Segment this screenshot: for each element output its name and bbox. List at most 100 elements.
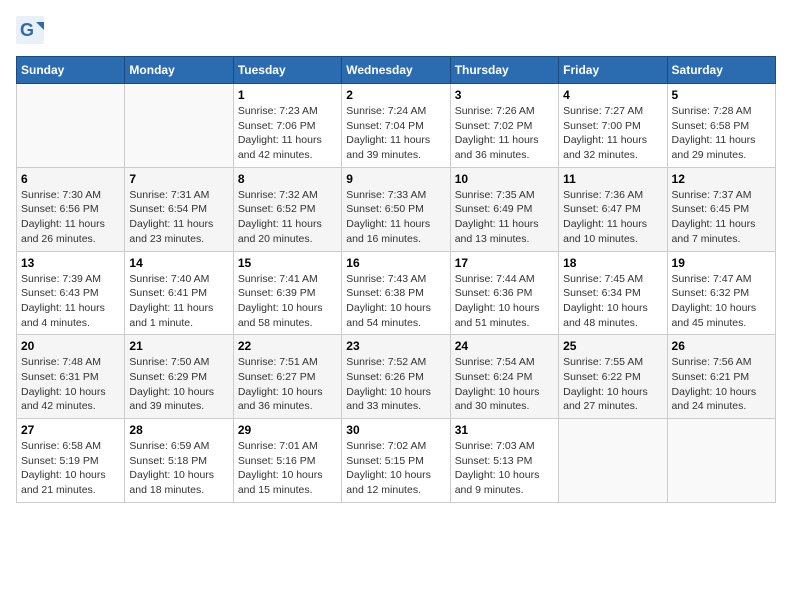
day-number: 3 [455,88,554,102]
day-number: 13 [21,256,120,270]
svg-text:G: G [20,20,34,40]
calendar-cell: 9 Sunrise: 7:33 AM Sunset: 6:50 PM Daylig… [342,167,450,251]
day-number: 29 [238,423,337,437]
day-number: 28 [129,423,228,437]
day-number: 26 [672,339,771,353]
calendar-cell [559,419,667,503]
day-info: Sunrise: 7:28 AM Sunset: 6:58 PM Dayligh… [672,104,771,163]
day-header-saturday: Saturday [667,57,775,84]
calendar-week-3: 13Sunrise: 7:39 AM Sunset: 6:43 PM Dayli… [17,251,776,335]
logo-icon: G [16,16,44,44]
calendar-cell: 26 Sunrise: 7:56 AM Sunset: 6:21 PM Dayli… [667,335,775,419]
day-number: 20 [21,339,120,353]
calendar-cell: 30Sunrise: 7:02 AM Sunset: 5:15 PM Dayli… [342,419,450,503]
calendar-cell: 4Sunrise: 7:27 AM Sunset: 7:00 PM Daylig… [559,84,667,168]
calendar-cell: 8Sunrise: 7:32 AM Sunset: 6:52 PM Daylig… [233,167,341,251]
day-info: Sunrise: 7:30 AM Sunset: 6:56 PM Dayligh… [21,188,120,247]
day-info: Sunrise: 7:27 AM Sunset: 7:00 PM Dayligh… [563,104,662,163]
day-info: Sunrise: 7:47 AM Sunset: 6:32 PM Dayligh… [672,272,771,331]
calendar-cell: 22Sunrise: 7:51 AM Sunset: 6:27 PM Dayli… [233,335,341,419]
calendar-header: SundayMondayTuesdayWednesdayThursdayFrid… [17,57,776,84]
logo: G [16,16,48,44]
calendar-cell: 3 Sunrise: 7:26 AM Sunset: 7:02 PM Daylig… [450,84,558,168]
day-info: Sunrise: 7:01 AM Sunset: 5:16 PM Dayligh… [238,439,337,498]
day-info: Sunrise: 7:50 AM Sunset: 6:29 PM Dayligh… [129,355,228,414]
day-number: 17 [455,256,554,270]
calendar-week-5: 27Sunrise: 6:58 AM Sunset: 5:19 PM Dayli… [17,419,776,503]
calendar-cell: 23Sunrise: 7:52 AM Sunset: 6:26 PM Dayli… [342,335,450,419]
calendar-cell [17,84,125,168]
calendar-cell: 13Sunrise: 7:39 AM Sunset: 6:43 PM Dayli… [17,251,125,335]
calendar-cell: 25 Sunrise: 7:55 AM Sunset: 6:22 PM Dayli… [559,335,667,419]
calendar-cell: 14 Sunrise: 7:40 AM Sunset: 6:41 PM Dayli… [125,251,233,335]
day-header-monday: Monday [125,57,233,84]
day-header-sunday: Sunday [17,57,125,84]
day-info: Sunrise: 7:43 AM Sunset: 6:38 PM Dayligh… [346,272,445,331]
day-number: 27 [21,423,120,437]
day-number: 10 [455,172,554,186]
day-number: 9 [346,172,445,186]
day-info: Sunrise: 7:55 AM Sunset: 6:22 PM Dayligh… [563,355,662,414]
day-info: Sunrise: 7:35 AM Sunset: 6:49 PM Dayligh… [455,188,554,247]
day-info: Sunrise: 7:31 AM Sunset: 6:54 PM Dayligh… [129,188,228,247]
day-info: Sunrise: 7:44 AM Sunset: 6:36 PM Dayligh… [455,272,554,331]
calendar-cell [125,84,233,168]
day-info: Sunrise: 7:36 AM Sunset: 6:47 PM Dayligh… [563,188,662,247]
calendar-cell: 19 Sunrise: 7:47 AM Sunset: 6:32 PM Dayli… [667,251,775,335]
calendar-cell [667,419,775,503]
calendar-cell: 16 Sunrise: 7:43 AM Sunset: 6:38 PM Dayli… [342,251,450,335]
day-info: Sunrise: 7:48 AM Sunset: 6:31 PM Dayligh… [21,355,120,414]
day-info: Sunrise: 7:03 AM Sunset: 5:13 PM Dayligh… [455,439,554,498]
day-number: 11 [563,172,662,186]
day-number: 16 [346,256,445,270]
day-number: 24 [455,339,554,353]
day-info: Sunrise: 7:40 AM Sunset: 6:41 PM Dayligh… [129,272,228,331]
day-info: Sunrise: 7:23 AM Sunset: 7:06 PM Dayligh… [238,104,337,163]
day-number: 15 [238,256,337,270]
day-number: 8 [238,172,337,186]
day-header-thursday: Thursday [450,57,558,84]
day-number: 12 [672,172,771,186]
day-number: 7 [129,172,228,186]
page-header: G [16,16,776,44]
calendar-cell: 20 Sunrise: 7:48 AM Sunset: 6:31 PM Dayli… [17,335,125,419]
calendar-cell: 17 Sunrise: 7:44 AM Sunset: 6:36 PM Dayli… [450,251,558,335]
day-info: Sunrise: 7:24 AM Sunset: 7:04 PM Dayligh… [346,104,445,163]
day-info: Sunrise: 7:56 AM Sunset: 6:21 PM Dayligh… [672,355,771,414]
calendar-cell: 1 Sunrise: 7:23 AM Sunset: 7:06 PM Daylig… [233,84,341,168]
day-number: 14 [129,256,228,270]
header-row: SundayMondayTuesdayWednesdayThursdayFrid… [17,57,776,84]
day-number: 19 [672,256,771,270]
day-number: 25 [563,339,662,353]
calendar-cell: 18 Sunrise: 7:45 AM Sunset: 6:34 PM Dayli… [559,251,667,335]
day-info: Sunrise: 7:51 AM Sunset: 6:27 PM Dayligh… [238,355,337,414]
day-info: Sunrise: 7:52 AM Sunset: 6:26 PM Dayligh… [346,355,445,414]
day-header-tuesday: Tuesday [233,57,341,84]
calendar-cell: 28 Sunrise: 6:59 AM Sunset: 5:18 PM Dayli… [125,419,233,503]
calendar-table: SundayMondayTuesdayWednesdayThursdayFrid… [16,56,776,503]
calendar-cell: 29 Sunrise: 7:01 AM Sunset: 5:16 PM Dayli… [233,419,341,503]
day-info: Sunrise: 6:59 AM Sunset: 5:18 PM Dayligh… [129,439,228,498]
calendar-cell: 10 Sunrise: 7:35 AM Sunset: 6:49 PM Dayli… [450,167,558,251]
day-number: 18 [563,256,662,270]
day-info: Sunrise: 7:02 AM Sunset: 5:15 PM Dayligh… [346,439,445,498]
day-info: Sunrise: 7:33 AM Sunset: 6:50 PM Dayligh… [346,188,445,247]
calendar-cell: 11 Sunrise: 7:36 AM Sunset: 6:47 PM Dayli… [559,167,667,251]
day-info: Sunrise: 7:41 AM Sunset: 6:39 PM Dayligh… [238,272,337,331]
day-number: 21 [129,339,228,353]
day-number: 1 [238,88,337,102]
calendar-cell: 21 Sunrise: 7:50 AM Sunset: 6:29 PM Dayli… [125,335,233,419]
calendar-cell: 27Sunrise: 6:58 AM Sunset: 5:19 PM Dayli… [17,419,125,503]
day-info: Sunrise: 7:37 AM Sunset: 6:45 PM Dayligh… [672,188,771,247]
calendar-cell: 24 Sunrise: 7:54 AM Sunset: 6:24 PM Dayli… [450,335,558,419]
calendar-cell: 31Sunrise: 7:03 AM Sunset: 5:13 PM Dayli… [450,419,558,503]
calendar-week-1: 1 Sunrise: 7:23 AM Sunset: 7:06 PM Daylig… [17,84,776,168]
calendar-cell: 15 Sunrise: 7:41 AM Sunset: 6:39 PM Dayli… [233,251,341,335]
calendar-cell: 2Sunrise: 7:24 AM Sunset: 7:04 PM Daylig… [342,84,450,168]
day-info: Sunrise: 7:54 AM Sunset: 6:24 PM Dayligh… [455,355,554,414]
day-header-friday: Friday [559,57,667,84]
calendar-cell: 5Sunrise: 7:28 AM Sunset: 6:58 PM Daylig… [667,84,775,168]
calendar-body: 1 Sunrise: 7:23 AM Sunset: 7:06 PM Daylig… [17,84,776,503]
day-info: Sunrise: 7:26 AM Sunset: 7:02 PM Dayligh… [455,104,554,163]
day-info: Sunrise: 7:45 AM Sunset: 6:34 PM Dayligh… [563,272,662,331]
